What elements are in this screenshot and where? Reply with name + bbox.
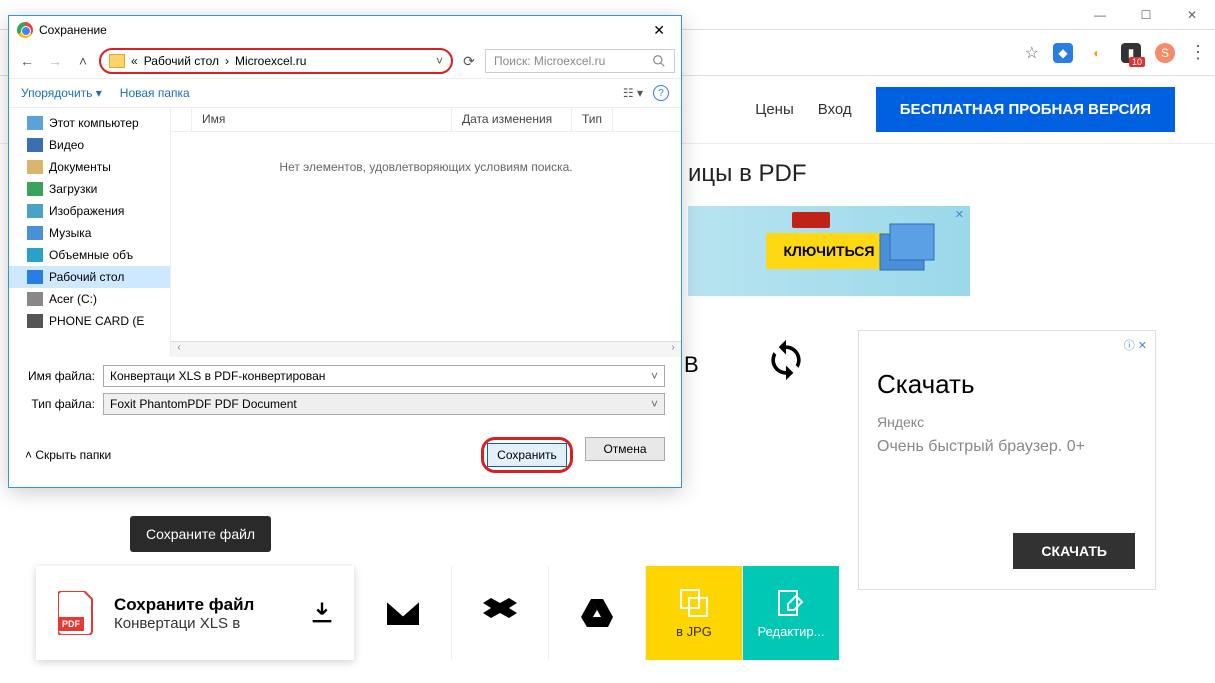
col-date[interactable]: Дата изменения — [452, 108, 572, 131]
empty-message: Нет элементов, удовлетворяющих условиям … — [171, 160, 681, 174]
breadcrumb[interactable]: « Рабочий стол › Microexcel.ru ˅ — [99, 48, 453, 74]
pdf-file-icon: PDF — [58, 591, 96, 635]
organize-button[interactable]: Упорядочить ▾ — [21, 86, 102, 100]
tree-drive-c[interactable]: Acer (C:) — [9, 288, 170, 310]
new-folder-button[interactable]: Новая папка — [120, 86, 190, 100]
filetype-label: Тип файла: — [25, 397, 103, 411]
cancel-button[interactable]: Отмена — [585, 437, 665, 461]
refresh-icon[interactable]: ⟳ — [457, 49, 481, 73]
refresh-icon[interactable] — [764, 338, 808, 382]
search-input[interactable]: Поиск: Microexcel.ru — [485, 49, 675, 73]
scrollbar-horizontal[interactable]: ‹› — [171, 341, 681, 357]
ad-description: Очень быстрый браузер. 0+ — [877, 438, 1137, 456]
nav-prices[interactable]: Цены — [755, 101, 794, 118]
edit-icon — [776, 588, 806, 618]
help-icon[interactable]: ? — [653, 85, 669, 101]
minimize-button[interactable]: — — [1077, 0, 1123, 30]
col-type[interactable]: Тип — [572, 108, 613, 131]
breadcrumb-item[interactable]: Рабочий стол — [144, 54, 219, 68]
col-name[interactable]: Имя — [192, 108, 452, 131]
tree-video[interactable]: Видео — [9, 134, 170, 156]
trial-button[interactable]: БЕСПЛАТНАЯ ПРОБНАЯ ВЕРСИЯ — [876, 87, 1175, 132]
folder-tree: Этот компьютер Видео Документы Загрузки … — [9, 108, 171, 357]
maximize-button[interactable]: ☐ — [1123, 0, 1169, 30]
refresh-section: В — [688, 338, 748, 398]
extension-icon-3[interactable]: ▮10 — [1121, 43, 1141, 63]
search-icon — [652, 54, 666, 68]
tooltip: Сохраните файл — [130, 516, 271, 552]
nav-fwd-icon[interactable]: → — [43, 49, 67, 73]
breadcrumb-item[interactable]: Microexcel.ru — [235, 54, 306, 68]
email-card[interactable] — [354, 566, 451, 660]
card-label: Редактир... — [758, 624, 825, 639]
filetype-select[interactable]: Foxit PhantomPDF PDF Document˅ — [103, 393, 665, 415]
nav-back-icon[interactable]: ← — [15, 49, 39, 73]
dialog-titlebar: Сохранение ✕ — [9, 16, 681, 44]
profile-avatar[interactable]: S — [1155, 43, 1175, 63]
download-icon — [308, 599, 336, 627]
to-jpg-card[interactable]: в JPG — [645, 566, 742, 660]
gdrive-icon — [581, 599, 613, 627]
tree-downloads[interactable]: Загрузки — [9, 178, 170, 200]
card-subtitle: Конвертаци XLS в — [114, 615, 254, 632]
ad-title: Скачать — [877, 369, 1137, 400]
svg-text:PDF: PDF — [62, 619, 81, 629]
tree-3d[interactable]: Объемные объ — [9, 244, 170, 266]
dialog-nav: ← → ˄ « Рабочий стол › Microexcel.ru ˅ ⟳… — [9, 44, 681, 78]
save-button[interactable]: Сохранить — [487, 443, 567, 467]
view-mode-button[interactable]: ☷ ▾ — [623, 86, 643, 100]
page-title: ицы в PDF — [688, 160, 807, 188]
tree-drive-e[interactable]: PHONE CARD (E — [9, 310, 170, 332]
nav-login[interactable]: Вход — [818, 101, 852, 118]
card-label: в JPG — [676, 624, 712, 639]
chrome-icon — [17, 22, 33, 38]
folder-icon — [109, 54, 125, 68]
tree-this-pc[interactable]: Этот компьютер — [9, 112, 170, 134]
menu-dots-icon[interactable]: ⋮ — [1189, 42, 1207, 63]
close-button[interactable]: ✕ — [1169, 0, 1215, 30]
dialog-toolbar: Упорядочить ▾ Новая папка ☷ ▾ ? — [9, 78, 681, 108]
dialog-title: Сохранение — [39, 23, 107, 37]
download-button[interactable]: СКАЧАТЬ — [1013, 533, 1135, 569]
nav-up-icon[interactable]: ˄ — [71, 49, 95, 73]
extension-icon-2[interactable]: ◐ — [1087, 43, 1107, 63]
save-dialog: Сохранение ✕ ← → ˄ « Рабочий стол › Micr… — [8, 15, 682, 488]
gdrive-card[interactable] — [548, 566, 645, 660]
edit-card[interactable]: Редактир... — [742, 566, 839, 660]
filename-label: Имя файла: — [25, 369, 103, 383]
tree-documents[interactable]: Документы — [9, 156, 170, 178]
save-file-card[interactable]: PDF Сохраните файл Конвертаци XLS в — [36, 566, 354, 660]
email-icon — [387, 601, 419, 625]
ad-info-close-icon[interactable]: ⓘ ✕ — [1124, 337, 1147, 353]
file-list: Имя Дата изменения Тип Нет элементов, уд… — [171, 108, 681, 357]
dropbox-card[interactable] — [451, 566, 548, 660]
tree-desktop[interactable]: Рабочий стол — [9, 266, 170, 288]
dialog-close-icon[interactable]: ✕ — [645, 22, 673, 39]
jpg-convert-icon — [679, 588, 709, 618]
dropbox-icon — [483, 598, 517, 628]
bookmark-star-icon[interactable]: ☆ — [1025, 43, 1039, 63]
action-cards: PDF Сохраните файл Конвертаци XLS в в JP… — [36, 566, 839, 660]
extension-icon-1[interactable]: ◆ — [1053, 43, 1073, 63]
ad-banner[interactable]: КЛЮЧИТЬСЯ ✕ — [688, 206, 970, 296]
hide-folders-toggle[interactable]: ˄ Скрыть папки — [25, 448, 111, 462]
tree-music[interactable]: Музыка — [9, 222, 170, 244]
ad-close-icon[interactable]: ✕ — [955, 208, 964, 221]
filename-input[interactable]: Конвертаци XLS в PDF-конвертирован˅ — [103, 365, 665, 387]
ad-subtitle: Яндекс — [877, 414, 1137, 430]
tree-images[interactable]: Изображения — [9, 200, 170, 222]
card-title: Сохраните файл — [114, 595, 254, 615]
sidebar-ad: ⓘ ✕ Скачать Яндекс Очень быстрый браузер… — [858, 330, 1156, 590]
